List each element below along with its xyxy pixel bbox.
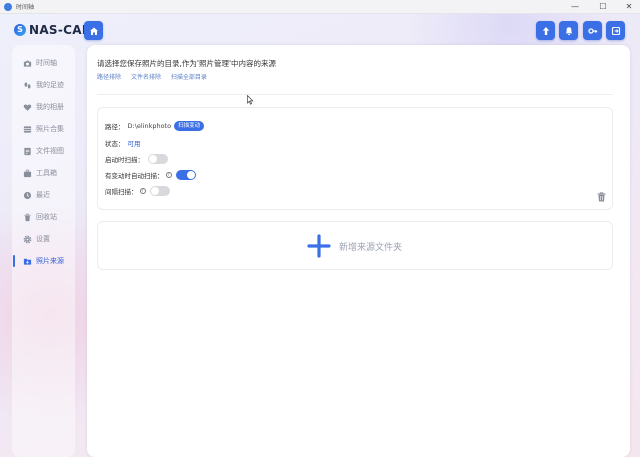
- window-titlebar: 时间轴 — ☐ ✕: [0, 0, 640, 14]
- logo-mark-icon: S: [14, 24, 26, 36]
- window-title: 时间轴: [16, 4, 35, 11]
- sidebar-item-toolbox[interactable]: 工具箱: [12, 164, 75, 182]
- active-indicator: [13, 255, 15, 267]
- interval-scan-toggle[interactable]: [149, 186, 170, 196]
- divider: [97, 94, 613, 95]
- sidebar: 时间轴 我的足迹 我的相册 照片合集 文件视图 工具箱 最近 回收站 设置 照片…: [12, 45, 75, 457]
- help-icon[interactable]: ?: [165, 172, 172, 178]
- sidebar-item-timeline[interactable]: 时间轴: [12, 54, 75, 72]
- camera-icon: [22, 58, 32, 68]
- exit-icon: [611, 26, 620, 35]
- interval-scan-label: 间隔扫描：: [105, 188, 138, 196]
- notifications-button[interactable]: [559, 21, 578, 40]
- bell-icon: [565, 26, 572, 35]
- close-button[interactable]: ✕: [620, 1, 638, 13]
- add-source-folder-label: 新增来源文件夹: [339, 243, 403, 253]
- startup-scan-row: 启动时扫描：: [105, 153, 168, 165]
- footprint-icon: [22, 80, 32, 90]
- collection-icon: [22, 124, 32, 134]
- toolbox-icon: [22, 168, 32, 178]
- path-label: 路径：: [105, 123, 125, 131]
- status-value: 可用: [127, 140, 141, 148]
- auto-scan-row: 有变动时自动扫描： ?: [105, 169, 196, 181]
- sidebar-item-label: 时间轴: [36, 59, 57, 67]
- sidebar-item-my-album[interactable]: 我的相册: [12, 98, 75, 116]
- source-card: 路径： D:\elinkphoto 扫描变动 状态： 可用 启动时扫描： 有变动…: [97, 107, 613, 210]
- heart-icon: [22, 102, 32, 112]
- path-row: 路径： D:\elinkphoto 扫描变动: [105, 120, 205, 132]
- plus-icon: [307, 234, 331, 258]
- main-panel: 请选择您保存照片的目录,作为'照片管理'中内容的来源 路径排除 文件名排除 扫描…: [87, 45, 630, 457]
- filename-exclude-link[interactable]: 文件名排除: [131, 74, 161, 81]
- folder-icon: [22, 146, 32, 156]
- interval-scan-row: 间隔扫描： ?: [105, 185, 170, 197]
- sidebar-item-label: 文件视图: [36, 147, 64, 155]
- delete-source-icon[interactable]: [597, 192, 606, 202]
- sidebar-item-recycle-bin[interactable]: 回收站: [12, 208, 75, 226]
- exit-button[interactable]: [606, 21, 625, 40]
- photo-source-icon: [22, 256, 32, 266]
- home-button[interactable]: [84, 21, 103, 40]
- sidebar-item-label: 我的足迹: [36, 81, 64, 89]
- action-links: 路径排除 文件名排除 扫描全部目录: [97, 72, 215, 81]
- app-icon: [4, 3, 12, 11]
- key-icon: [587, 27, 597, 34]
- sidebar-item-label: 回收站: [36, 213, 57, 221]
- upload-icon: [542, 26, 549, 35]
- sidebar-item-recent[interactable]: 最近: [12, 186, 75, 204]
- logo-text: NAS-CAB: [29, 23, 92, 37]
- sidebar-item-file-view[interactable]: 文件视图: [12, 142, 75, 160]
- sidebar-item-label: 照片来源: [36, 257, 64, 265]
- sidebar-item-footprints[interactable]: 我的足迹: [12, 76, 75, 94]
- key-button[interactable]: [583, 21, 602, 40]
- sidebar-item-label: 最近: [36, 191, 50, 199]
- sidebar-item-collections[interactable]: 照片合集: [12, 120, 75, 138]
- auto-scan-label: 有变动时自动扫描：: [105, 172, 164, 180]
- home-icon: [89, 27, 98, 35]
- path-value: D:\elinkphoto: [127, 122, 172, 130]
- sidebar-item-settings[interactable]: 设置: [12, 230, 75, 248]
- page-intro: 请选择您保存照片的目录,作为'照片管理'中内容的来源: [97, 59, 277, 68]
- clock-icon: [22, 190, 32, 200]
- auto-scan-toggle[interactable]: [175, 170, 196, 180]
- path-exclude-link[interactable]: 路径排除: [97, 74, 121, 81]
- mouse-cursor-icon: [247, 95, 254, 105]
- brand-logo: S NAS-CAB: [14, 21, 91, 39]
- sidebar-item-photo-source[interactable]: 照片来源: [12, 252, 75, 270]
- minimize-button[interactable]: —: [566, 1, 584, 13]
- gear-icon: [22, 234, 32, 244]
- startup-scan-label: 启动时扫描：: [105, 156, 144, 164]
- trash-icon: [22, 212, 32, 222]
- scan-all-link[interactable]: 扫描全部目录: [171, 74, 207, 81]
- sidebar-item-label: 工具箱: [36, 169, 57, 177]
- startup-scan-toggle[interactable]: [148, 154, 168, 164]
- sidebar-item-label: 我的相册: [36, 103, 64, 111]
- help-icon[interactable]: ?: [139, 188, 146, 194]
- status-label: 状态：: [105, 140, 125, 148]
- sidebar-item-label: 设置: [36, 235, 50, 243]
- scan-change-button[interactable]: 扫描变动: [174, 121, 205, 131]
- maximize-button[interactable]: ☐: [594, 1, 612, 13]
- add-source-folder-button[interactable]: 新增来源文件夹: [97, 221, 613, 270]
- upload-button[interactable]: [536, 21, 555, 40]
- app-window: S NAS-CAB 时间轴 我的足迹 我的相册 照片合集 文件视图 工具箱 最近…: [0, 14, 640, 457]
- status-row: 状态： 可用: [105, 137, 141, 149]
- sidebar-item-label: 照片合集: [36, 125, 64, 133]
